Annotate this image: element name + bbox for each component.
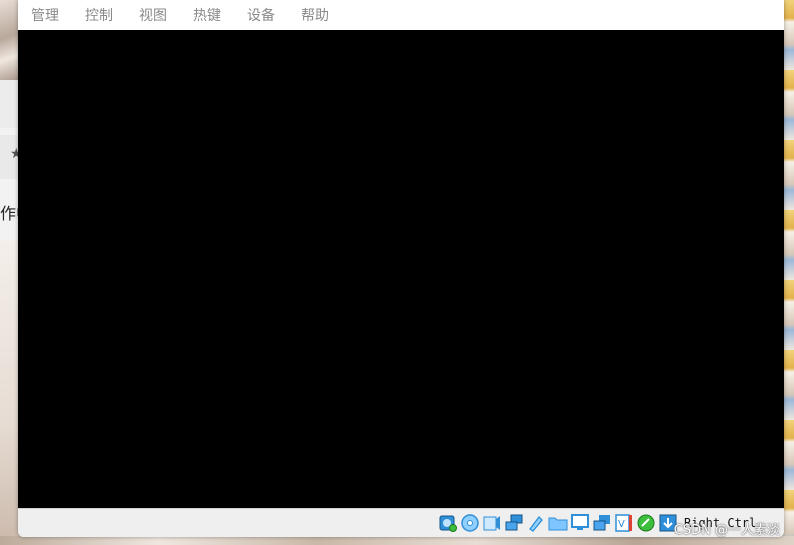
vm-window: 管理 控制 视图 热键 设备 帮助 V Right Ctrl <box>18 0 784 537</box>
menu-view[interactable]: 视图 <box>139 5 167 25</box>
shared-folders-icon[interactable] <box>548 513 568 533</box>
menu-devices[interactable]: 设备 <box>247 5 275 25</box>
menu-control[interactable]: 控制 <box>85 5 113 25</box>
menu-hotkeys[interactable]: 热键 <box>193 5 221 25</box>
watermark: CSDN @一人素淡 <box>673 523 780 538</box>
usb-icon[interactable] <box>526 513 546 533</box>
menu-manage[interactable]: 管理 <box>31 5 59 25</box>
network-icon[interactable] <box>504 513 524 533</box>
status-bar: V Right Ctrl <box>18 508 784 537</box>
hard-disk-icon[interactable] <box>438 513 458 533</box>
menu-bar: 管理 控制 视图 热键 设备 帮助 <box>18 0 784 30</box>
svg-text:V: V <box>618 519 625 530</box>
background-photo-right <box>784 0 794 545</box>
status-indicators: V <box>438 513 680 533</box>
menu-help[interactable]: 帮助 <box>301 5 329 25</box>
mouse-integration-icon[interactable] <box>636 513 656 533</box>
cpu-vt-icon[interactable]: V <box>614 513 634 533</box>
recording-icon[interactable] <box>592 513 612 533</box>
audio-icon[interactable] <box>482 513 502 533</box>
display-icon[interactable] <box>570 513 590 533</box>
vm-display[interactable] <box>18 30 784 508</box>
optical-disk-icon[interactable] <box>460 513 480 533</box>
